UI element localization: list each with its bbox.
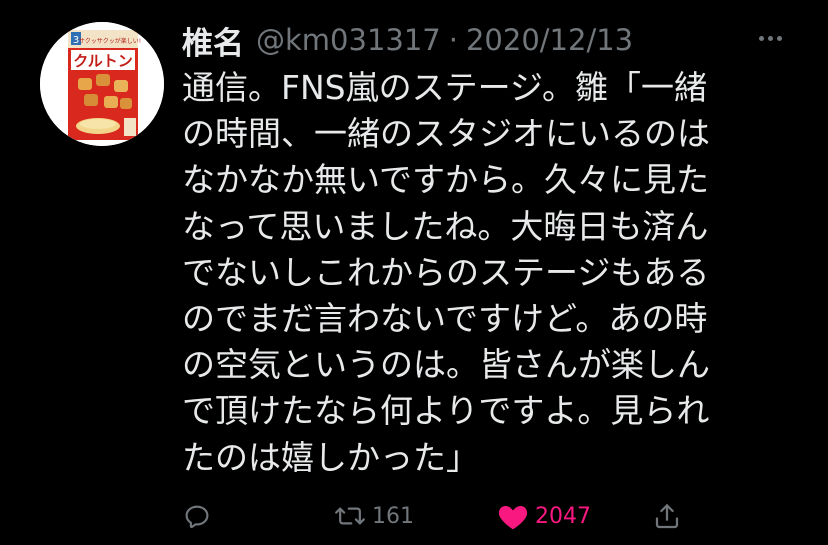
avatar-product-text: クルトン	[73, 52, 133, 70]
tweet-text-line: のでまだ言わないですけど。あの時	[182, 298, 708, 338]
tweet-text-line: の空気というのは。皆さんが楽しん	[182, 345, 710, 385]
tweet-header: 椎名 @km031317 · 2020/12/13	[182, 18, 788, 63]
tweet-text-line: の時間、一緒のスタジオにいるのは	[182, 114, 710, 154]
more-options-icon[interactable]	[752, 24, 788, 52]
share-icon	[655, 504, 679, 529]
tweet-text-line: なって思いましたね。大晦日も済ん	[182, 206, 709, 246]
tweet-text: 通信。FNS嵐のステージ。雛「一緒 の時間、一緒のスタジオにいるのは なかなか無…	[182, 65, 782, 481]
avatar[interactable]: 3 サクッサクッが楽しい! クルトン	[40, 22, 164, 146]
user-handle[interactable]: @km031317	[256, 23, 441, 57]
reply-icon	[185, 505, 209, 529]
avatar-tagline: サクッサクッが楽しい!	[79, 37, 141, 45]
tweet[interactable]: 3 サクッサクッが楽しい! クルトン 椎名 @km031317 · 2020/1…	[0, 0, 828, 545]
tweet-text-line: 通信。FNS嵐のステージ。雛「一緒	[182, 68, 707, 107]
retweet-button[interactable]: 161	[334, 498, 414, 534]
tweet-date[interactable]: 2020/12/13	[466, 23, 633, 57]
share-button[interactable]	[652, 498, 682, 534]
reply-button[interactable]	[182, 498, 212, 534]
retweet-count: 161	[372, 503, 414, 529]
display-name[interactable]: 椎名	[182, 18, 244, 63]
header-separator: ·	[448, 23, 458, 57]
heart-icon	[498, 506, 528, 530]
like-count: 2047	[535, 503, 591, 529]
tweet-text-line: でないしこれからのステージもある	[182, 252, 710, 292]
tweet-text-line: なかなか無いですから。久々に見た	[182, 160, 710, 200]
avatar-image: 3 サクッサクッが楽しい! クルトン	[40, 22, 164, 146]
tweet-text-line: で頂けたなら何よりですよ。見られ	[182, 391, 710, 431]
action-bar: 161 2047	[182, 498, 692, 534]
like-button[interactable]: 2047	[497, 498, 591, 534]
tweet-text-line: たのは嬉しかった」	[182, 437, 479, 477]
retweet-icon	[335, 507, 365, 525]
